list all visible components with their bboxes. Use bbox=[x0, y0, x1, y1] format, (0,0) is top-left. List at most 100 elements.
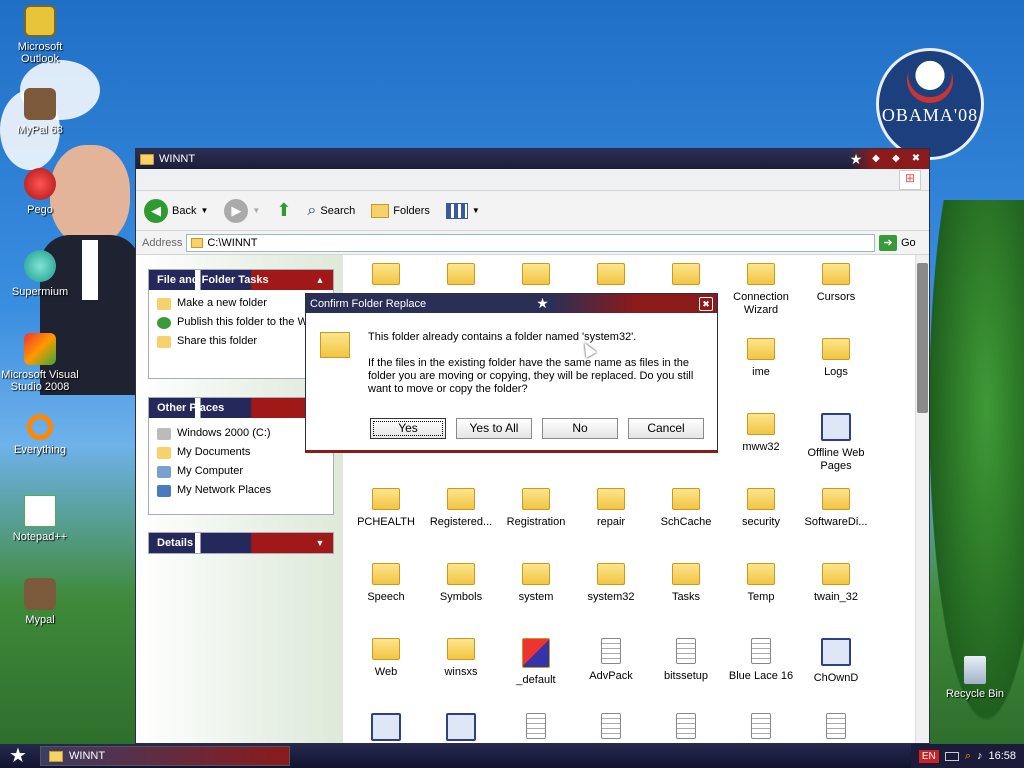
application-icon bbox=[821, 413, 851, 441]
file-item[interactable]: SchCache bbox=[646, 488, 726, 529]
file-label: repair bbox=[596, 516, 626, 528]
yes-to-all-button[interactable]: Yes to All bbox=[456, 418, 532, 439]
go-arrow-icon: ➜ bbox=[879, 234, 897, 251]
pego-icon bbox=[24, 168, 56, 200]
chevron-up-icon[interactable]: ▲ bbox=[313, 273, 327, 287]
desktop-icon-pego[interactable]: Pego bbox=[0, 168, 80, 216]
chevron-down-icon[interactable]: ▼ bbox=[313, 536, 327, 550]
file-item[interactable]: Registration bbox=[496, 488, 576, 529]
file-item[interactable]: Temp bbox=[721, 563, 801, 604]
keyboard-icon[interactable] bbox=[944, 751, 959, 761]
vertical-scrollbar[interactable] bbox=[915, 255, 929, 743]
place-my-network[interactable]: My Network Places bbox=[149, 481, 333, 500]
file-item[interactable] bbox=[571, 263, 651, 291]
file-item[interactable] bbox=[421, 713, 501, 743]
file-item[interactable]: security bbox=[721, 488, 801, 529]
folder-icon bbox=[822, 263, 850, 285]
file-item[interactable]: Logs bbox=[796, 338, 876, 379]
title-bar[interactable]: WINNT ★ ◆ ◆ ✖ bbox=[136, 149, 929, 169]
address-input[interactable]: C:\WINNT bbox=[186, 233, 875, 252]
yes-button[interactable]: Yes bbox=[370, 418, 446, 439]
cancel-button[interactable]: Cancel bbox=[628, 418, 704, 439]
file-item[interactable] bbox=[346, 263, 426, 291]
file-item[interactable] bbox=[646, 713, 726, 743]
file-label: Offline Web Pages bbox=[807, 447, 865, 472]
file-item[interactable]: AdvPack bbox=[571, 638, 651, 683]
file-item[interactable]: bitssetup bbox=[646, 638, 726, 683]
maximize-button[interactable]: ◆ bbox=[889, 152, 903, 166]
panel-header[interactable]: Details ▼ bbox=[149, 533, 333, 553]
close-button[interactable]: ✖ bbox=[909, 152, 923, 166]
file-item[interactable]: Speech bbox=[346, 563, 426, 604]
back-button[interactable]: ◀ Back ▼ bbox=[144, 198, 208, 223]
desktop-icon-visual-studio[interactable]: Microsoft Visual Studio 2008 bbox=[0, 333, 80, 393]
document-icon bbox=[751, 713, 771, 739]
file-item[interactable] bbox=[571, 713, 651, 743]
dropdown-arrow-icon: ▼ bbox=[471, 206, 480, 215]
place-my-computer[interactable]: My Computer bbox=[149, 462, 333, 481]
file-label: Web bbox=[374, 666, 398, 678]
dialog-close-button[interactable]: ✖ bbox=[699, 296, 713, 311]
dialog-title-bar[interactable]: Confirm Folder Replace ★ ✖ bbox=[306, 294, 717, 313]
language-indicator[interactable]: EN bbox=[918, 749, 939, 763]
document-icon bbox=[676, 713, 696, 739]
desktop-icon-mypal68[interactable]: MyPal 68 bbox=[0, 88, 80, 136]
desktop-icon-everything[interactable]: Everything bbox=[0, 414, 80, 456]
file-item[interactable]: Blue Lace 16 bbox=[721, 638, 801, 683]
file-item[interactable]: Cursors bbox=[796, 263, 876, 304]
file-item[interactable]: system32 bbox=[571, 563, 651, 604]
file-item[interactable]: Registered... bbox=[421, 488, 501, 529]
folder-icon bbox=[372, 638, 400, 660]
desktop-icon-mypal[interactable]: Mypal bbox=[0, 578, 80, 626]
forward-button[interactable]: ▶ ▼ bbox=[224, 198, 260, 223]
file-item[interactable]: Web bbox=[346, 638, 426, 679]
up-folder-button[interactable]: ⬆ bbox=[276, 200, 291, 221]
file-item[interactable]: Symbols bbox=[421, 563, 501, 604]
desktop-icon-label: Pego bbox=[27, 204, 53, 216]
file-item[interactable] bbox=[646, 263, 726, 291]
file-item[interactable]: system bbox=[496, 563, 576, 604]
file-item[interactable] bbox=[721, 713, 801, 743]
file-item[interactable]: mww32 bbox=[721, 413, 801, 454]
file-item[interactable] bbox=[421, 263, 501, 291]
start-button[interactable]: ★ bbox=[0, 744, 36, 768]
desktop-icon-notepadpp[interactable]: Notepad++ bbox=[0, 495, 80, 543]
no-button[interactable]: No bbox=[542, 418, 618, 439]
folders-button[interactable]: Folders bbox=[371, 203, 430, 218]
file-label: security bbox=[742, 516, 780, 528]
file-item[interactable]: Offline Web Pages bbox=[796, 413, 876, 473]
folder-icon bbox=[140, 153, 154, 165]
file-item[interactable]: Connection Wizard bbox=[721, 263, 801, 317]
volume-icon[interactable]: ♪ bbox=[977, 750, 983, 762]
folder-icon bbox=[822, 338, 850, 360]
file-item[interactable] bbox=[796, 713, 876, 743]
file-label: twain_32 bbox=[813, 591, 859, 603]
file-item[interactable]: Tasks bbox=[646, 563, 726, 604]
file-item[interactable]: SoftwareDi... bbox=[796, 488, 876, 529]
scrollbar-thumb[interactable] bbox=[917, 263, 928, 413]
desktop-icon-supermium[interactable]: Supermium bbox=[0, 250, 80, 298]
file-item[interactable]: ChOwnD bbox=[796, 638, 876, 685]
clock[interactable]: 16:58 bbox=[988, 750, 1016, 762]
desktop-icon-recycle-bin[interactable]: Recycle Bin bbox=[940, 656, 1010, 700]
details-panel: Details ▼ bbox=[148, 532, 334, 554]
minimize-button[interactable]: ◆ bbox=[869, 152, 883, 166]
file-item[interactable]: winsxs bbox=[421, 638, 501, 679]
file-item[interactable] bbox=[496, 713, 576, 743]
file-item[interactable]: _default bbox=[496, 638, 576, 687]
taskbar-button-winnt[interactable]: WINNT bbox=[40, 746, 290, 766]
file-item[interactable]: PCHEALTH bbox=[346, 488, 426, 529]
views-button[interactable]: ▼ bbox=[445, 202, 480, 219]
file-item[interactable] bbox=[496, 263, 576, 291]
file-item[interactable]: repair bbox=[571, 488, 651, 529]
msi-icon bbox=[522, 638, 550, 668]
file-item[interactable] bbox=[346, 713, 426, 743]
folder-icon bbox=[372, 563, 400, 585]
search-icon[interactable]: ⌕ bbox=[965, 750, 971, 763]
search-button[interactable]: ⌕ Search bbox=[307, 202, 355, 220]
panel-header[interactable]: File and Folder Tasks ▲ bbox=[149, 270, 333, 290]
desktop-icon-outlook[interactable]: Microsoft Outlook bbox=[0, 5, 80, 65]
go-button[interactable]: ➜ Go bbox=[879, 234, 923, 251]
file-item[interactable]: twain_32 bbox=[796, 563, 876, 604]
file-item[interactable]: ime bbox=[721, 338, 801, 379]
